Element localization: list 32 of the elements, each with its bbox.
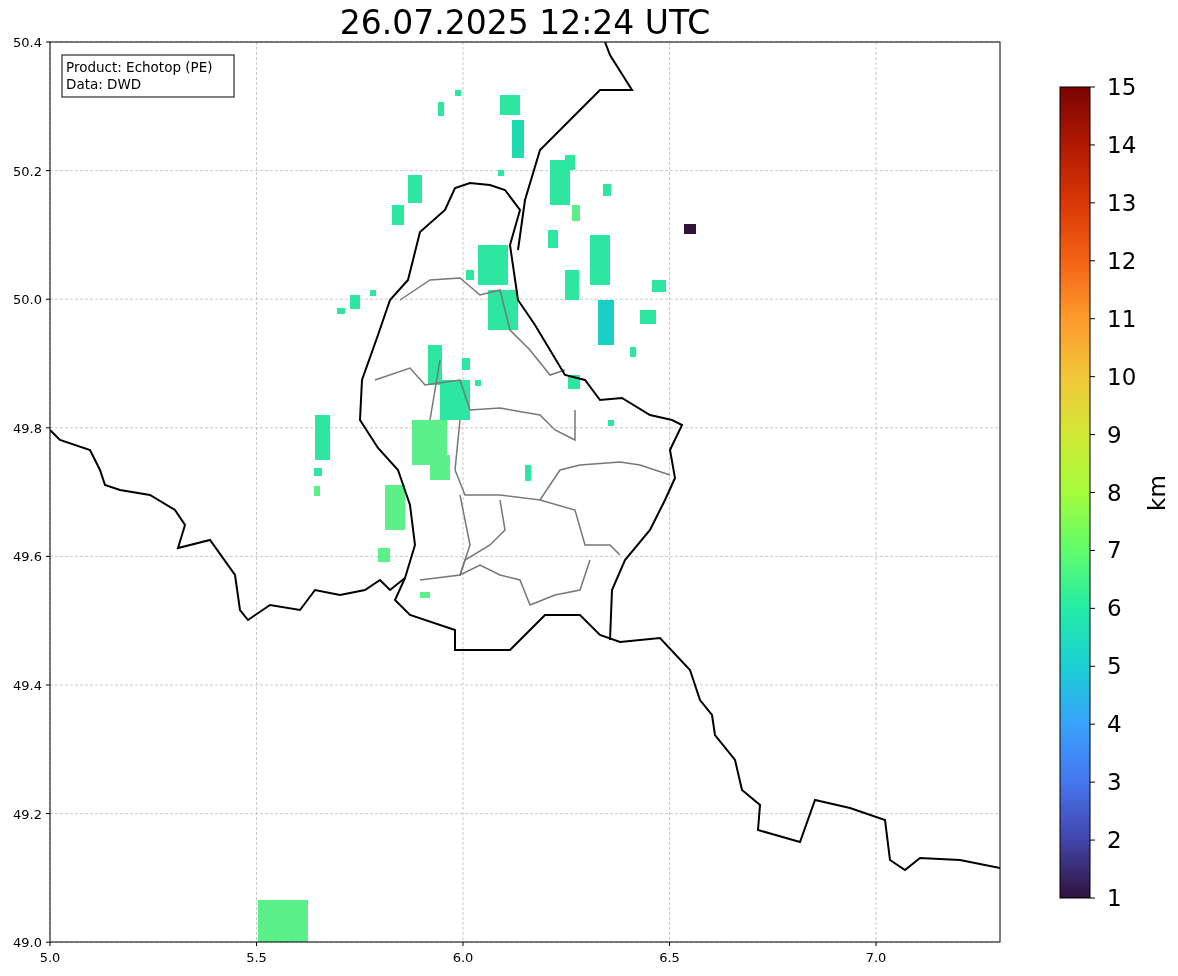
y-axis-tick-label: 49.6 xyxy=(13,549,42,565)
x-axis-tick-label: 7.0 xyxy=(865,950,887,965)
colorbar-tick-label: 8 xyxy=(1107,479,1122,506)
colorbar-tick-label: 15 xyxy=(1107,74,1137,100)
colorbar-tick-label: 1 xyxy=(1107,885,1122,911)
colorbar-tick-label: 10 xyxy=(1107,363,1137,390)
y-axis-tick-label: 49.8 xyxy=(13,420,42,436)
colorbar-tick-label: 14 xyxy=(1107,131,1137,158)
colorbar-tick-label: 9 xyxy=(1107,421,1122,448)
colorbar-tick-label: 12 xyxy=(1107,247,1137,274)
colorbar-label: km xyxy=(1144,475,1170,511)
colorbar-tick-label: 7 xyxy=(1107,537,1122,564)
y-axis-tick-label: 49.4 xyxy=(13,678,42,693)
y-axis-tick-label: 49.2 xyxy=(13,806,42,822)
x-axis-tick-label: 5.0 xyxy=(39,950,61,965)
colorbar-tick-label: 2 xyxy=(1107,827,1122,854)
colorbar-tick-label: 4 xyxy=(1107,711,1122,738)
y-axis-tick-label: 50.0 xyxy=(13,292,42,308)
info-box-text: Product: Echotop (PE) xyxy=(66,59,213,75)
x-axis-tick-label: 6.0 xyxy=(452,950,474,965)
colorbar-tick-label: 11 xyxy=(1107,305,1137,332)
x-axis-tick-label: 5.5 xyxy=(246,950,267,965)
colorbar-tick-label: 13 xyxy=(1107,189,1137,216)
y-axis-tick-label: 50.4 xyxy=(13,35,42,50)
y-axis-tick-label: 49.0 xyxy=(13,935,42,951)
info-box-text: Data: DWD xyxy=(66,76,142,92)
colorbar-tick-label: 6 xyxy=(1107,595,1122,622)
colorbar-tick-label: 3 xyxy=(1107,769,1122,796)
colorbar-tick-label: 5 xyxy=(1107,653,1122,680)
y-axis-tick-label: 50.2 xyxy=(13,163,42,179)
chart-title: 26.07.2025 12:24 UTC xyxy=(339,3,711,42)
x-axis-tick-label: 6.5 xyxy=(659,950,680,965)
